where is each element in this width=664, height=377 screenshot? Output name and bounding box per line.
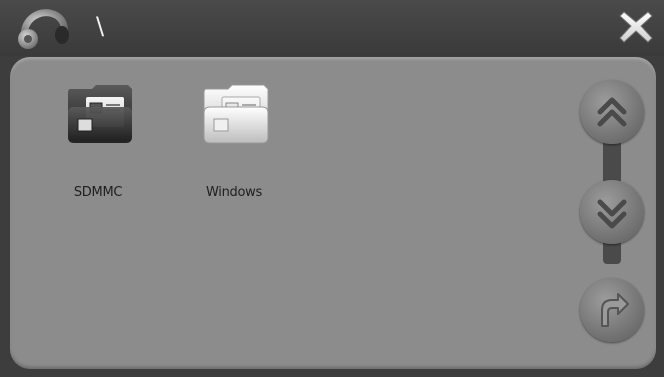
header-bar: \ <box>0 0 664 56</box>
folder-label: SDMMC <box>73 185 123 200</box>
folder-icon <box>62 67 138 147</box>
headphones-icon <box>14 7 74 51</box>
back-button[interactable] <box>580 278 644 342</box>
file-browser-screen: \ SDMMC Windows <box>0 0 664 377</box>
folder-item-windows[interactable]: Windows <box>174 67 294 200</box>
double-chevron-down-icon <box>597 199 627 229</box>
current-path: \ <box>96 12 106 40</box>
folder-label: Windows <box>206 185 262 200</box>
scroll-up-button[interactable] <box>580 80 644 144</box>
folder-icon <box>198 67 274 147</box>
close-icon <box>619 11 653 43</box>
back-arrow-icon <box>601 293 629 327</box>
scroll-down-button[interactable] <box>580 180 644 244</box>
folder-panel: SDMMC Windows <box>10 57 656 369</box>
double-chevron-up-icon <box>597 97 627 127</box>
close-button[interactable] <box>616 6 656 46</box>
folder-item-sdmmc[interactable]: SDMMC <box>38 67 158 200</box>
